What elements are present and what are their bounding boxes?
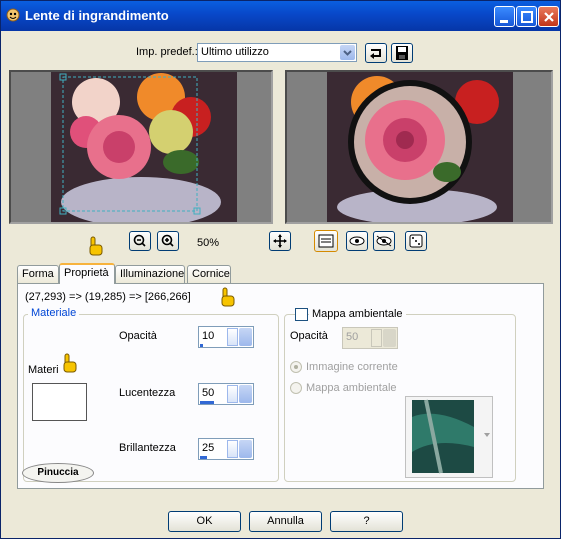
brillantezza-stepper[interactable]: 25 xyxy=(198,438,254,460)
help-button[interactable]: ? xyxy=(330,511,403,532)
minimize-icon xyxy=(500,20,508,23)
result-preview xyxy=(285,70,553,224)
brillantezza-level-bar xyxy=(200,456,207,459)
maximize-button[interactable] xyxy=(516,6,537,27)
close-icon xyxy=(544,12,554,22)
pointing-hand-icon xyxy=(89,236,103,256)
reset-preset-button[interactable] xyxy=(365,43,387,63)
material-label: Materi xyxy=(28,364,59,376)
pan-button[interactable] xyxy=(269,231,291,251)
magnified-roses-image xyxy=(327,72,513,222)
preview-toggle-icon xyxy=(318,234,334,248)
proof-button[interactable] xyxy=(346,231,368,251)
window-title: Lente di ingrandimento xyxy=(25,8,169,23)
radio-immagine-corrente[interactable] xyxy=(290,361,302,373)
chevron-down-icon[interactable] xyxy=(239,385,252,403)
lucentezza-stepper[interactable]: 50 xyxy=(198,383,254,405)
opacita-level-bar xyxy=(200,344,203,347)
close-button[interactable] xyxy=(538,6,559,27)
chevron-down-icon[interactable] xyxy=(340,45,355,60)
brillantezza-label: Brillantezza xyxy=(119,442,176,454)
title-bar[interactable]: Lente di ingrandimento xyxy=(1,1,560,31)
roses-source-image xyxy=(51,72,237,222)
move-icon xyxy=(273,234,287,248)
mappa-ambientale-label: Mappa ambientale xyxy=(309,308,406,320)
dialog-window: Lente di ingrandimento Imp. predef.: Ult… xyxy=(0,0,561,539)
tab-label: Proprietà xyxy=(64,267,109,279)
spin-arrows-icon[interactable] xyxy=(371,329,382,347)
spin-arrows-icon[interactable] xyxy=(227,328,238,346)
zoom-level: 50% xyxy=(197,237,220,249)
radio-mappa-ambientale-label: Mappa ambientale xyxy=(306,382,397,394)
material-swatch[interactable] xyxy=(32,383,87,421)
randomize-button[interactable] xyxy=(405,231,427,251)
preset-select[interactable]: Ultimo utilizzo xyxy=(197,43,357,62)
ambientale-opacita-label: Opacità xyxy=(290,330,328,342)
show-preview-button[interactable] xyxy=(314,230,338,252)
tab-cornice[interactable]: Cornice xyxy=(187,265,231,283)
zoom-in-icon xyxy=(161,234,174,247)
radio-immagine-corrente-label: Immagine corrente xyxy=(306,361,398,373)
opacita-stepper[interactable]: 10 xyxy=(198,326,254,348)
zoom-in-button[interactable] xyxy=(157,231,179,251)
tab-label: Cornice xyxy=(192,268,230,280)
tab-proprieta[interactable]: Proprietà xyxy=(59,263,115,284)
brillantezza-value: 25 xyxy=(202,442,215,454)
save-preset-button[interactable] xyxy=(391,43,413,63)
environment-map-image xyxy=(412,399,490,474)
ambientale-opacita-stepper[interactable]: 50 xyxy=(342,327,398,349)
dice-icon xyxy=(409,234,423,248)
zoom-out-icon xyxy=(133,234,146,247)
source-preview[interactable] xyxy=(9,70,273,224)
lucentezza-value: 50 xyxy=(202,387,215,399)
materiale-group-title: Materiale xyxy=(28,307,80,319)
tab-label: Forma xyxy=(22,268,54,280)
cancel-button[interactable]: Annulla xyxy=(249,511,322,532)
pinuccia-watermark: Pinuccia xyxy=(22,463,94,483)
tab-illuminazione[interactable]: Illuminazione xyxy=(115,265,185,283)
preset-label: Imp. predef.: xyxy=(136,46,198,58)
opacita-value: 10 xyxy=(202,330,215,342)
spin-arrows-icon[interactable] xyxy=(227,385,238,403)
environment-map-thumbnail[interactable] xyxy=(405,396,493,478)
coordinates-readout: (27,293) => (19,285) => [266,266] xyxy=(25,291,191,303)
save-icon xyxy=(396,46,408,60)
reset-icon xyxy=(370,49,381,59)
app-icon xyxy=(6,8,20,22)
lucentezza-label: Lucentezza xyxy=(119,387,176,399)
eye-icon xyxy=(349,236,365,246)
preset-value: Ultimo utilizzo xyxy=(201,46,269,58)
opacita-label: Opacità xyxy=(119,330,157,342)
mappa-ambientale-checkbox[interactable] xyxy=(295,308,308,321)
zoom-out-button[interactable] xyxy=(129,231,151,251)
lucentezza-level-bar xyxy=(200,401,214,404)
minimize-button[interactable] xyxy=(494,6,515,27)
ambientale-opacita-value: 50 xyxy=(346,331,359,343)
chevron-down-icon[interactable] xyxy=(239,328,252,346)
chevron-down-icon[interactable] xyxy=(239,440,252,458)
auto-proof-button[interactable] xyxy=(373,231,395,251)
spin-arrows-icon[interactable] xyxy=(227,440,238,458)
maximize-icon xyxy=(521,11,533,23)
tab-forma[interactable]: Forma xyxy=(17,265,59,283)
pointing-hand-icon xyxy=(221,287,235,307)
tab-label: Illuminazione xyxy=(120,268,185,280)
radio-mappa-ambientale[interactable] xyxy=(290,382,302,394)
pointing-hand-icon xyxy=(63,353,77,373)
auto-eye-icon xyxy=(376,235,392,247)
ok-button[interactable]: OK xyxy=(168,511,241,532)
chevron-down-icon[interactable] xyxy=(383,329,396,347)
